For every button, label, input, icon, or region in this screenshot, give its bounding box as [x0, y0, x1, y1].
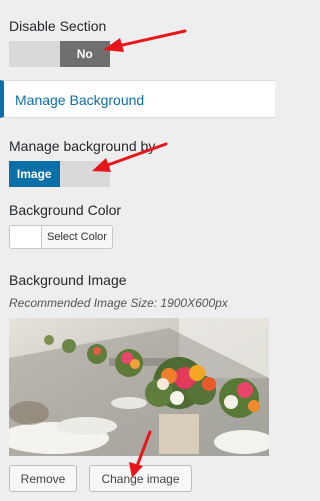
- disable-section-label: Disable Section: [9, 18, 107, 34]
- background-image-preview: [9, 318, 269, 456]
- toggle-color-segment[interactable]: [59, 161, 110, 187]
- floral-table-photo: [9, 318, 269, 456]
- toggle-no-segment[interactable]: No: [59, 41, 110, 67]
- section-title: Manage Background: [15, 92, 145, 108]
- manage-by-label: Manage background by: [9, 138, 156, 154]
- background-image-label: Background Image: [9, 272, 127, 288]
- disable-section-toggle[interactable]: No: [9, 41, 110, 67]
- background-color-label: Background Color: [9, 202, 122, 218]
- select-color-label: Select Color: [47, 231, 107, 243]
- manage-by-toggle[interactable]: Image: [9, 161, 110, 187]
- arrow-1-shaft: [116, 29, 187, 48]
- change-image-button[interactable]: Change image: [89, 465, 192, 492]
- toggle-image-segment[interactable]: Image: [9, 161, 60, 187]
- select-color-button[interactable]: Select Color: [9, 225, 113, 249]
- manage-background-section[interactable]: Manage Background: [0, 80, 275, 118]
- toggle-yes-segment[interactable]: [9, 41, 60, 67]
- color-swatch: [10, 226, 42, 248]
- remove-button[interactable]: Remove: [9, 465, 77, 492]
- image-size-note: Recommended Image Size: 1900X600px: [9, 296, 228, 310]
